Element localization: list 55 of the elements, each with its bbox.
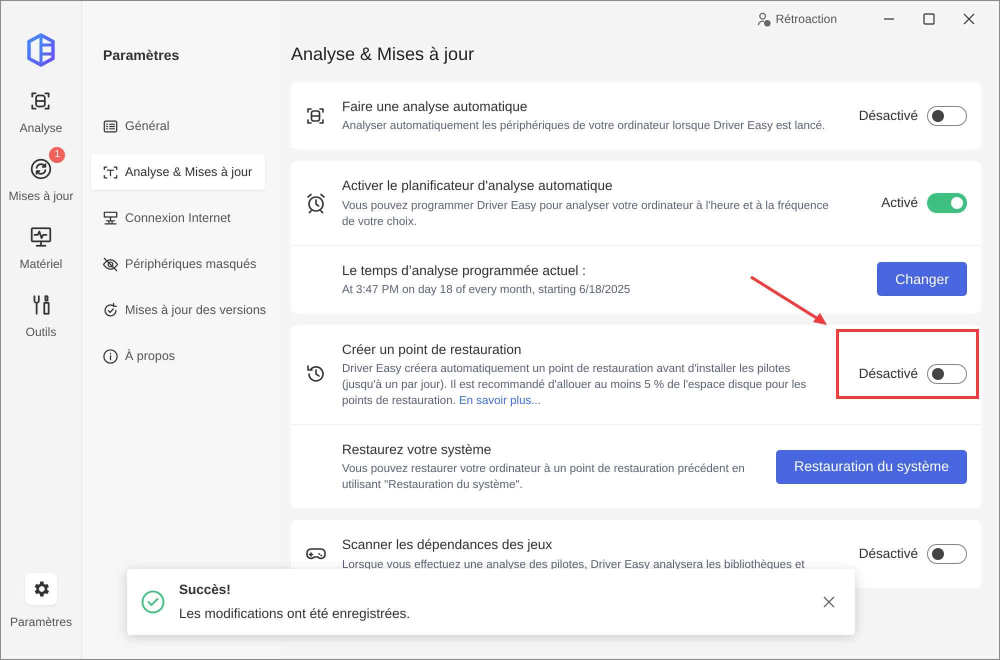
check-circle-icon [141, 590, 165, 614]
close-icon[interactable] [823, 596, 835, 608]
rail-item[interactable]: Outils [24, 283, 58, 341]
toggle-switch[interactable] [927, 364, 967, 384]
nav-item[interactable]: Général [91, 108, 265, 144]
toggle-switch[interactable] [927, 106, 967, 126]
text-frame-icon [102, 164, 119, 180]
nav-item[interactable]: Mises à jour des versions [91, 292, 265, 328]
eye-off-icon [102, 256, 119, 272]
toggle-state-label: Désactivé [858, 106, 918, 124]
rail-item[interactable]: Mises à jour 1 [6, 147, 76, 205]
setting-description: Vous pouvez restaurer votre ordinateur à un point de restauration précédent en utilisant "Restauration du système". [342, 462, 746, 494]
nav-item[interactable]: Analyse & Mises à jour [91, 154, 265, 190]
network-icon [102, 210, 119, 226]
toggle-state-label: Désactivé [858, 544, 918, 563]
toggle-switch[interactable] [927, 544, 967, 564]
toast-title: Succès! [179, 581, 232, 600]
setting-description: At 3:47 PM on day 18 of every month, starting 6/18/2025 [342, 282, 632, 298]
monitor-pulse-icon [29, 225, 53, 249]
learn-more-link[interactable]: En savoir plus... [459, 395, 541, 407]
toggle-switch[interactable] [927, 192, 967, 213]
refresh-icon [29, 157, 53, 181]
alarm-clock-icon [305, 192, 327, 214]
app-logo [26, 33, 56, 67]
setting-description: Driver Easy créera automatiquement un point de restauration avant d'installer les pilotes (jusqu'à un par jour). Il est recommandé d'allouer au moins 5 % de l'espace disque pour les points de restauration. En savoir plus... [342, 362, 808, 409]
setting-title: Scanner les dépendances des jeux [342, 536, 554, 554]
notification-badge: 1 [49, 147, 66, 163]
list-icon [102, 118, 119, 134]
nav-item[interactable]: Périphériques masqués [91, 246, 265, 282]
nav-item[interactable]: À propos [91, 338, 265, 374]
setting-description: Analyser automatiquement les périphériques de votre ordinateur lorsque Driver Easy est lancé. [342, 119, 826, 134]
nav-title: Paramètres [103, 46, 180, 65]
feedback-button[interactable]: Rétroaction [756, 10, 837, 28]
action-button[interactable]: Restauration du système [776, 450, 967, 484]
rail-item[interactable]: Analyse [18, 79, 64, 137]
setting-title: Activer le planificateur d'analyse automatique [342, 177, 614, 196]
info-icon [102, 348, 119, 364]
toggle-state-label: Activé [881, 194, 918, 212]
check-refresh-icon [102, 302, 119, 318]
nav-item[interactable]: Connexion Internet [91, 200, 265, 236]
settings-rail-item[interactable]: Paramètres [10, 573, 72, 631]
user-chat-icon [756, 12, 772, 26]
setting-description: Vous pouvez programmer Driver Easy pour analyser votre ordinateur à l'heure et à la fréquence de votre choix. [342, 198, 830, 230]
page-title: Analyse & Mises à jour [291, 43, 476, 66]
toggle-state-label: Désactivé [858, 365, 918, 384]
setting-description: Lorsque vous effectuez une analyse des pilotes, Driver Easy analysera les bibliothèques et [342, 558, 806, 572]
setting-title: Restaurez votre système [342, 441, 492, 459]
maximize-icon[interactable] [923, 13, 935, 25]
toast-message: Les modifications ont été enregistrées. [179, 604, 412, 623]
setting-title: Le temps d’analyse programmée actuel : [342, 262, 587, 280]
close-icon[interactable] [963, 13, 975, 25]
setting-title: Faire une analyse automatique [342, 98, 528, 116]
action-button[interactable]: Changer [877, 262, 967, 296]
setting-title: Créer un point de restauration [342, 340, 522, 359]
rail-item[interactable]: Matériel [18, 215, 64, 273]
